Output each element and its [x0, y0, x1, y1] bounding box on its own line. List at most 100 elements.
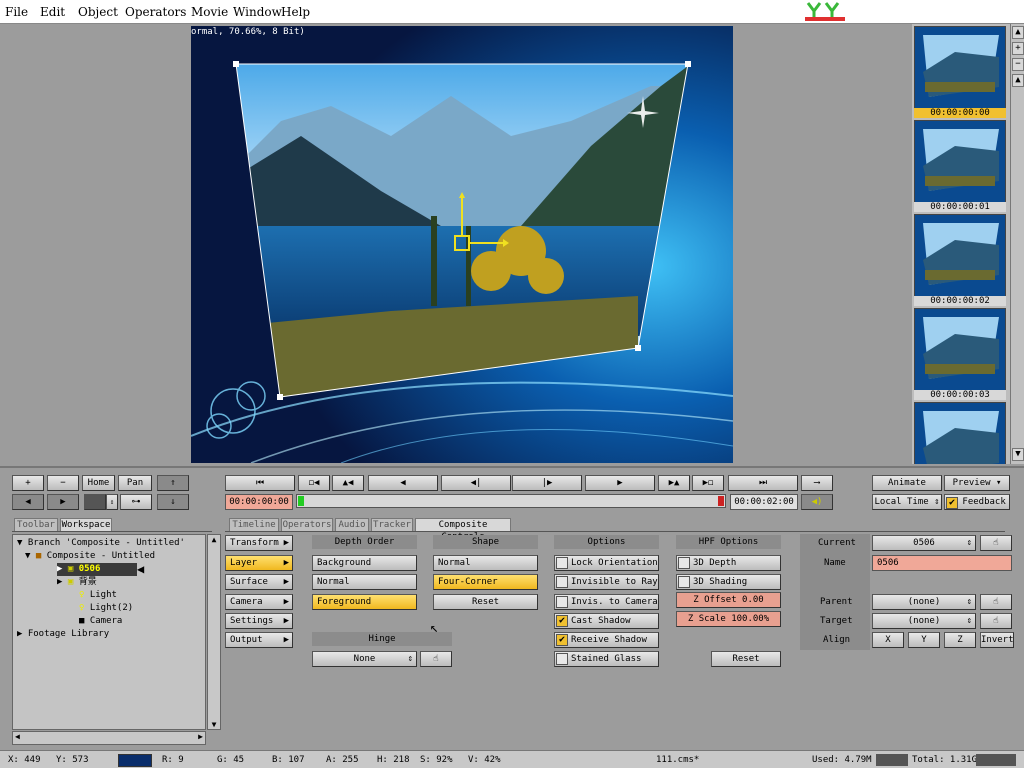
menu-edit[interactable]: Edit: [40, 5, 65, 19]
name-input[interactable]: 0506: [872, 555, 1012, 571]
home-button[interactable]: Home: [82, 475, 115, 491]
zoom-in-icon[interactable]: +: [1012, 42, 1024, 55]
tree-vscroll[interactable]: ▲ ▼: [207, 534, 221, 730]
scroll-left-icon[interactable]: ◀: [15, 732, 20, 741]
shape-reset-button[interactable]: Reset: [433, 594, 538, 610]
z-scale-field[interactable]: Z Scale 100.00%: [676, 611, 781, 627]
scroll-right-icon[interactable]: ▶: [198, 732, 203, 741]
align-x-button[interactable]: X: [872, 632, 904, 648]
set-in-button[interactable]: ◻◀: [298, 475, 330, 491]
option-cast-shadow[interactable]: ✔ Cast Shadow: [554, 613, 659, 629]
depth-background-button[interactable]: Background: [312, 555, 417, 571]
local-time-dropdown[interactable]: Local Time ⇕: [872, 494, 942, 510]
tree-row[interactable]: ▶ Footage Library: [17, 628, 209, 641]
menu-help[interactable]: Help: [281, 5, 310, 19]
scroll-up-icon[interactable]: ▲: [208, 535, 220, 544]
play-button[interactable]: ▶: [585, 475, 655, 491]
tab-operators[interactable]: Operators: [281, 518, 333, 531]
animate-button[interactable]: Animate: [872, 475, 942, 491]
zoom-out-icon[interactable]: −: [1012, 58, 1024, 71]
align-z-button[interactable]: Z: [944, 632, 976, 648]
align-y-button[interactable]: Y: [908, 632, 940, 648]
shape-four-corner-button[interactable]: Four-Corner: [433, 574, 538, 590]
thumbnail-frame-4[interactable]: [914, 402, 1006, 464]
menu-file[interactable]: File: [5, 5, 28, 19]
scroll-down-icon[interactable]: ▼: [1012, 448, 1024, 461]
workspace-tree[interactable]: ▼ Branch 'Composite - Untitled' ▼ ■ Comp…: [12, 534, 206, 730]
category-settings[interactable]: Settings ▶: [225, 613, 293, 629]
menu-object[interactable]: Object: [78, 5, 118, 19]
checkbox-icon[interactable]: [556, 576, 568, 588]
end-time-field[interactable]: 00:00:02:00: [730, 494, 798, 510]
color-swatch-button[interactable]: [84, 494, 106, 510]
feedback-toggle[interactable]: ✔ Feedback: [944, 494, 1010, 510]
zoom-in-button[interactable]: +: [12, 475, 44, 491]
thumbnail-frame-0[interactable]: [914, 26, 1006, 112]
option-lock-orientation[interactable]: Lock Orientation: [554, 555, 659, 571]
tab-audio[interactable]: Audio: [335, 518, 369, 531]
down-arrow-button[interactable]: ⇓: [157, 494, 189, 510]
category-transform[interactable]: Transform ▶: [225, 535, 293, 551]
z-offset-field[interactable]: Z Offset 0.00: [676, 592, 781, 608]
current-pick-button[interactable]: ☝: [980, 535, 1012, 551]
step-back-button[interactable]: ◀|: [441, 475, 511, 491]
option-invisible-to-rays[interactable]: Invisible to Rays: [554, 574, 659, 590]
playhead[interactable]: [298, 496, 304, 506]
tree-row-selected[interactable]: ▶ ▣ 0506: [57, 563, 137, 576]
thumbnail-frame-2[interactable]: [914, 214, 1006, 300]
thumbnail-frame-1[interactable]: [914, 120, 1006, 206]
checkbox-icon[interactable]: [556, 596, 568, 608]
scroll-thumb[interactable]: ▲: [1012, 74, 1024, 87]
hpf-reset-button[interactable]: Reset: [711, 651, 781, 667]
checkbox-icon[interactable]: [678, 576, 690, 588]
audio-button[interactable]: ◀): [801, 494, 833, 510]
set-out-button[interactable]: ▶◻: [692, 475, 724, 491]
back-button[interactable]: ◀: [12, 494, 44, 510]
up-arrow-button[interactable]: ⇑: [157, 475, 189, 491]
pan-button[interactable]: Pan: [118, 475, 152, 491]
check-icon[interactable]: ✔: [556, 615, 568, 627]
current-dropdown[interactable]: 0506 ⇕: [872, 535, 976, 551]
check-icon[interactable]: ✔: [556, 634, 568, 646]
hpf-3d-depth-button[interactable]: 3D Depth: [676, 555, 781, 571]
hinge-dropdown[interactable]: None ⇕: [312, 651, 417, 667]
align-invert-button[interactable]: Invert: [980, 632, 1014, 648]
link-button[interactable]: ⊶: [120, 494, 152, 510]
zoom-out-button[interactable]: −: [47, 475, 79, 491]
category-layer[interactable]: Layer ▶: [225, 555, 293, 571]
target-pick-button[interactable]: ☝: [980, 613, 1012, 629]
tab-workspace[interactable]: Workspace: [60, 518, 112, 531]
tab-toolbar[interactable]: Toolbar: [14, 518, 58, 531]
category-camera[interactable]: Camera ▶: [225, 594, 293, 610]
category-output[interactable]: Output ▶: [225, 632, 293, 648]
menu-window[interactable]: Window: [233, 5, 282, 19]
scroll-up-icon[interactable]: ▲: [1012, 26, 1024, 39]
forward-button[interactable]: ▶: [47, 494, 79, 510]
checkbox-icon[interactable]: [678, 557, 690, 569]
checkbox-icon[interactable]: [556, 653, 568, 665]
thumbnail-frame-3[interactable]: [914, 308, 1006, 394]
tab-tracker[interactable]: Tracker: [371, 518, 413, 531]
timeline-scrubber[interactable]: [296, 494, 726, 508]
option-receive-shadow[interactable]: ✔ Receive Shadow: [554, 632, 659, 648]
scroll-down-icon[interactable]: ▼: [208, 720, 220, 729]
tree-hscroll[interactable]: ◀ ▶: [12, 731, 206, 745]
option-invis-to-camera[interactable]: Invis. to Camera: [554, 594, 659, 610]
parent-pick-button[interactable]: ☝: [980, 594, 1012, 610]
target-dropdown[interactable]: (none) ⇕: [872, 613, 976, 629]
end-marker[interactable]: [718, 496, 724, 506]
preview-dropdown[interactable]: Preview ▾: [944, 475, 1010, 491]
step-forward-button[interactable]: |▶: [512, 475, 582, 491]
prev-key-button[interactable]: ▲◀: [332, 475, 364, 491]
go-to-end-button[interactable]: ⏭: [728, 475, 798, 491]
shape-normal-button[interactable]: Normal: [433, 555, 538, 571]
composite-viewer[interactable]: [191, 26, 733, 463]
hpf-3d-shading-button[interactable]: 3D Shading: [676, 574, 781, 590]
tree-row[interactable]: ▼ Branch 'Composite - Untitled': [17, 537, 209, 550]
swatch-spinner[interactable]: ⇕: [106, 494, 118, 510]
parent-dropdown[interactable]: (none) ⇕: [872, 594, 976, 610]
depth-foreground-button[interactable]: Foreground: [312, 594, 417, 610]
next-key-button[interactable]: ▶▲: [658, 475, 690, 491]
tree-row[interactable]: ▼ ■ Composite - Untitled: [25, 550, 217, 563]
loop-button[interactable]: ⟶: [801, 475, 833, 491]
